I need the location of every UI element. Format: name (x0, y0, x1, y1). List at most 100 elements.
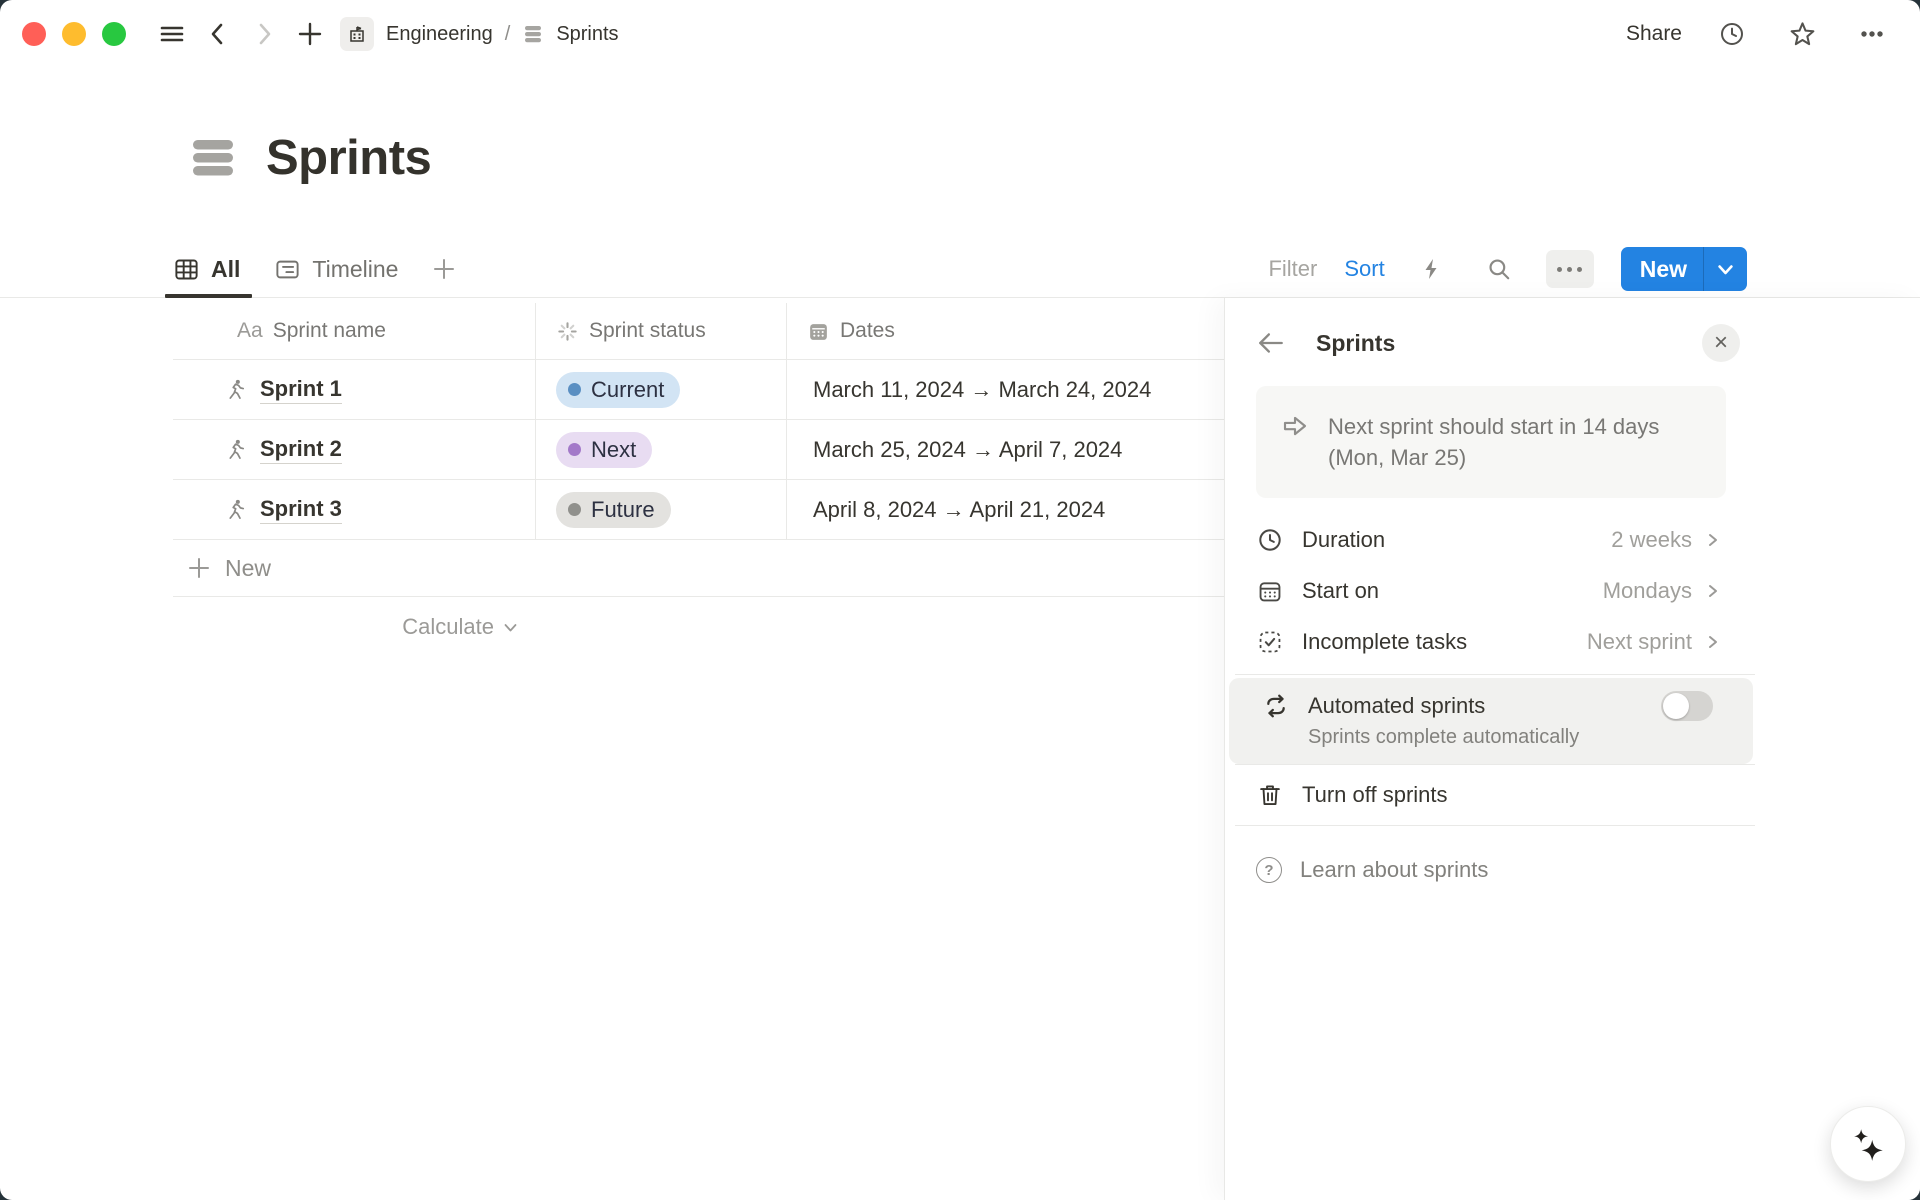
sprint-name-cell[interactable]: Sprint 1 (173, 360, 536, 419)
forward-button[interactable] (244, 14, 284, 54)
table-row: Sprint 3 Future April 8, 2024 → April 21… (173, 480, 1237, 540)
sprints-table: Aa Sprint name Sprint status Dates Sprin… (173, 303, 1237, 657)
status-badge: Next (556, 432, 652, 468)
notice-text: Next sprint should start in 14 days (Mon… (1328, 411, 1700, 473)
database-icon (522, 23, 544, 45)
sprint-status-cell[interactable]: Next (536, 420, 787, 479)
more-options-button[interactable] (1852, 14, 1892, 54)
setting-label: Incomplete tasks (1302, 629, 1467, 655)
status-label: Next (591, 437, 636, 463)
breadcrumb-separator: / (505, 23, 511, 46)
ellipsis-icon (1857, 19, 1887, 49)
sidebar-toggle-button[interactable] (152, 14, 192, 54)
tab-all[interactable]: All (173, 241, 240, 297)
ai-assistant-button[interactable] (1830, 1106, 1906, 1182)
new-row-label: New (225, 555, 271, 582)
sprint-settings-list: Duration 2 weeks Start on Mondays (1256, 514, 1756, 667)
toggle-knob (1663, 693, 1689, 719)
sort-button[interactable]: Sort (1344, 256, 1384, 282)
sprint-status-cell[interactable]: Current (536, 360, 787, 419)
updates-button[interactable] (1712, 14, 1752, 54)
sprint-link[interactable]: Sprint 1 (260, 376, 342, 404)
breadcrumb-workspace-item[interactable] (340, 17, 374, 51)
close-window-button[interactable] (22, 22, 46, 46)
calculate-button[interactable]: Calculate (173, 597, 536, 657)
automated-sprints-row[interactable]: Automated sprints Sprints complete autom… (1229, 678, 1753, 764)
zoom-window-button[interactable] (102, 22, 126, 46)
breadcrumb-workspace-label[interactable]: Engineering (386, 23, 493, 46)
panel-title: Sprints (1316, 330, 1395, 357)
turn-off-sprints-button[interactable]: Turn off sprints (1256, 765, 1756, 825)
learn-about-sprints-link[interactable]: ? Learn about sprints (1256, 845, 1756, 895)
new-page-button[interactable] (290, 14, 330, 54)
column-header-sprint-name[interactable]: Aa Sprint name (173, 303, 536, 359)
new-button[interactable]: New (1621, 247, 1747, 291)
turn-off-sprints-label: Turn off sprints (1302, 782, 1448, 808)
breadcrumb-page-label[interactable]: Sprints (556, 23, 618, 46)
view-options-button[interactable] (1546, 250, 1594, 288)
sprint-name-cell[interactable]: Sprint 2 (173, 420, 536, 479)
tab-all-label: All (211, 256, 240, 283)
minimize-window-button[interactable] (62, 22, 86, 46)
status-badge: Future (556, 492, 671, 528)
back-icon (205, 21, 231, 47)
nav-controls (152, 14, 330, 54)
setting-label: Start on (1302, 578, 1379, 604)
runner-icon (225, 438, 248, 461)
clock-icon (1718, 20, 1746, 48)
building-icon (347, 24, 367, 44)
timeline-view-icon (274, 256, 301, 283)
learn-about-sprints-label: Learn about sprints (1300, 857, 1488, 883)
new-button-label: New (1621, 256, 1703, 283)
setting-value: Mondays (1603, 578, 1692, 604)
sprint-link[interactable]: Sprint 3 (260, 496, 342, 524)
setting-duration[interactable]: Duration 2 weeks (1256, 514, 1756, 565)
sprint-status-cell[interactable]: Future (536, 480, 787, 539)
add-view-button[interactable] (432, 257, 456, 281)
automations-button[interactable] (1412, 249, 1452, 289)
panel-close-button[interactable]: × (1702, 324, 1740, 362)
share-button[interactable]: Share (1626, 22, 1682, 46)
sprint-dates-cell[interactable]: March 11, 2024 → March 24, 2024 (787, 360, 1237, 419)
calculate-label: Calculate (402, 614, 494, 640)
app-window: Engineering / Sprints Share Sprints (0, 0, 1920, 1200)
new-row-button[interactable]: New (173, 540, 1237, 597)
chevron-right-icon (1706, 583, 1720, 599)
automated-sprints-label: Automated sprints (1308, 693, 1485, 719)
tab-timeline[interactable]: Timeline (274, 241, 398, 297)
sprint-name-cell[interactable]: Sprint 3 (173, 480, 536, 539)
arrow-left-icon (1256, 328, 1286, 358)
favorite-button[interactable] (1782, 14, 1822, 54)
plus-icon (297, 21, 323, 47)
runner-icon (225, 498, 248, 521)
next-sprint-notice: Next sprint should start in 14 days (Mon… (1256, 386, 1726, 498)
sprint-link[interactable]: Sprint 2 (260, 436, 342, 464)
chevron-down-icon (1717, 263, 1734, 276)
status-badge: Current (556, 372, 680, 408)
setting-start-on[interactable]: Start on Mondays (1256, 565, 1756, 616)
date-range: March 11, 2024 → March 24, 2024 (813, 377, 1151, 403)
new-dropdown-button[interactable] (1704, 263, 1747, 276)
page-title: Sprints (266, 130, 431, 186)
search-view-button[interactable] (1479, 249, 1519, 289)
status-dot (568, 443, 581, 456)
calendar-icon (1256, 578, 1284, 604)
column-header-sprint-status[interactable]: Sprint status (536, 303, 787, 359)
traffic-lights (22, 22, 126, 46)
sprint-dates-cell[interactable]: April 8, 2024 → April 21, 2024 (787, 480, 1237, 539)
column-header-dates[interactable]: Dates (787, 303, 1237, 359)
hamburger-icon (158, 20, 186, 48)
status-label: Future (591, 497, 655, 523)
setting-incomplete-tasks[interactable]: Incomplete tasks Next sprint (1256, 616, 1756, 667)
sparkle-icon (1849, 1125, 1887, 1163)
star-icon (1788, 20, 1817, 49)
automated-sprints-toggle[interactable] (1661, 691, 1713, 721)
column-label: Sprint status (589, 319, 706, 343)
back-button[interactable] (198, 14, 238, 54)
table-row: Sprint 1 Current March 11, 2024 → March … (173, 360, 1237, 420)
trash-icon (1256, 782, 1284, 808)
filter-button[interactable]: Filter (1268, 256, 1317, 282)
plus-icon (187, 556, 211, 580)
sprint-dates-cell[interactable]: March 25, 2024 → April 7, 2024 (787, 420, 1237, 479)
panel-back-button[interactable] (1256, 328, 1286, 358)
